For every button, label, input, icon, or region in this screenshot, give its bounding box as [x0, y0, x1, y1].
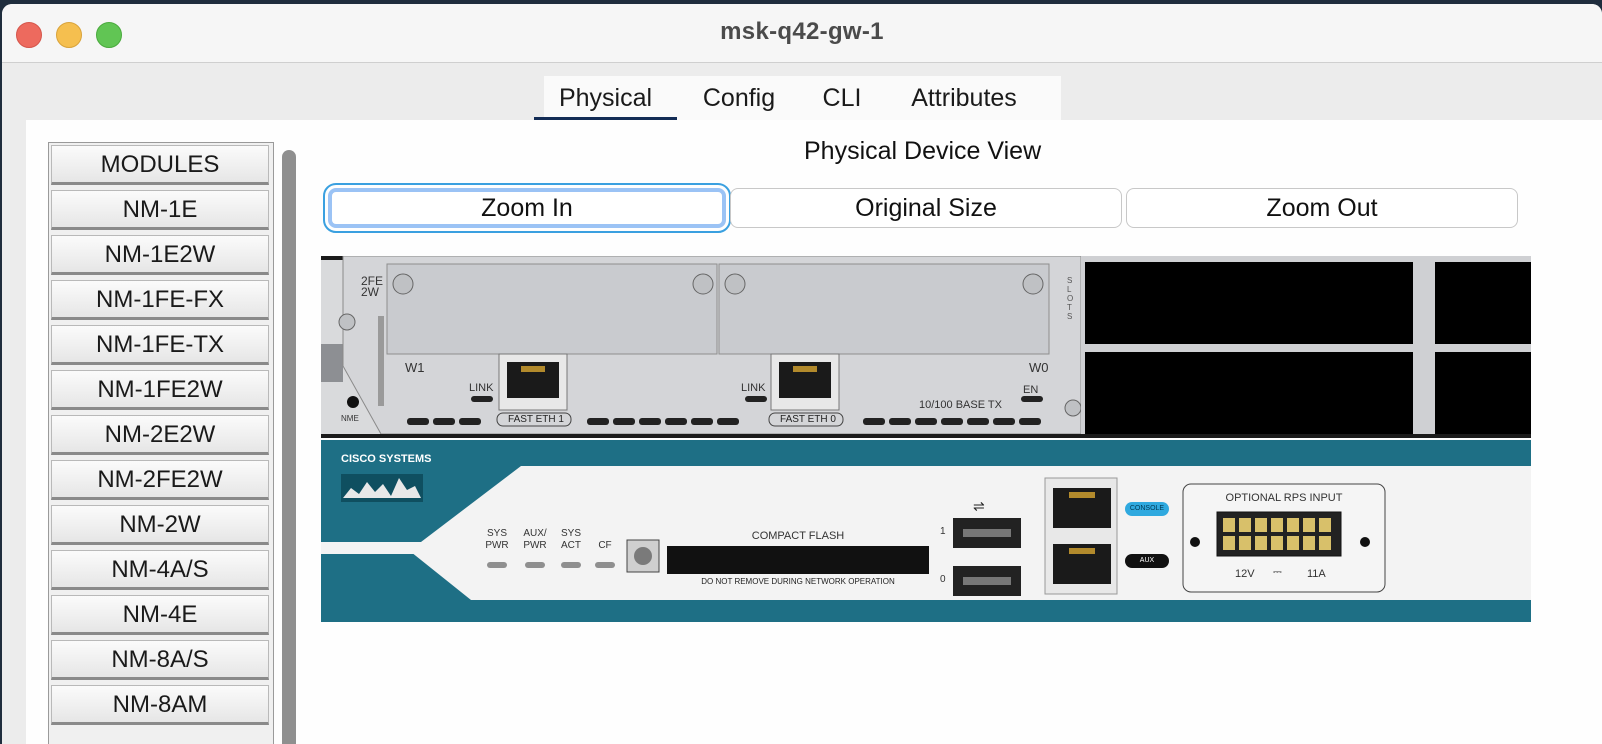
original-size-button[interactable]: Original Size: [730, 188, 1122, 228]
module-item-nm-1fe2w[interactable]: NM-1FE2W: [51, 370, 269, 410]
module-item-nm-1e2w[interactable]: NM-1E2W: [51, 235, 269, 275]
modules-scrollbar[interactable]: [282, 150, 296, 744]
physical-device-view-title: Physical Device View: [804, 137, 1042, 165]
dc-symbol-icon: ⎓: [1273, 566, 1282, 578]
module-item-nm-1fe-tx[interactable]: NM-1FE-TX: [51, 325, 269, 365]
aux-pwr-led-label: AUX/ PWR: [523, 528, 547, 551]
fast-eth-0-label: FAST ETH 0: [780, 414, 836, 425]
rps-input-label: OPTIONAL RPS INPUT: [1225, 492, 1343, 504]
tab-physical[interactable]: Physical: [534, 76, 677, 124]
link-led-1-label: LINK: [469, 382, 494, 394]
module-item-nm-8am[interactable]: NM-8AM: [51, 685, 269, 725]
compact-flash-label: COMPACT FLASH: [751, 530, 845, 542]
sys-pwr-led-label: SYS PWR: [485, 528, 509, 551]
title-bar: msk-q42-gw-1: [2, 4, 1602, 63]
module-item-nm-2fe2w[interactable]: NM-2FE2W: [51, 460, 269, 500]
compact-flash-slot[interactable]: [667, 546, 929, 574]
router-physical-view: 2FE 2W W1 W0 LINK LINK FAST ETH 1 FAST E…: [321, 256, 1531, 622]
module-item-nm-4e[interactable]: NM-4E: [51, 595, 269, 635]
fast-eth-1-port[interactable]: [498, 353, 568, 411]
module-item-nm-2w[interactable]: NM-2W: [51, 505, 269, 545]
tab-config[interactable]: Config: [684, 76, 794, 124]
aux-label: AUX: [1139, 557, 1155, 564]
rps-voltage-label: 12V: [1235, 568, 1255, 580]
slot-w1-label: W1: [405, 360, 425, 375]
zoom-out-button[interactable]: Zoom Out: [1126, 188, 1518, 228]
tab-attributes[interactable]: Attributes: [899, 76, 1029, 124]
usb-0-label: 0: [940, 574, 946, 585]
nme-label: NME: [341, 414, 359, 423]
module-item-nm-2e2w[interactable]: NM-2E2W: [51, 415, 269, 455]
link-led-0-label: LINK: [741, 382, 766, 394]
module-item-nm-8as[interactable]: NM-8A/S: [51, 640, 269, 680]
fast-eth-1-label: FAST ETH 1: [508, 414, 564, 425]
module-item-nm-1e[interactable]: NM-1E: [51, 190, 269, 230]
cf-led-label: CF: [598, 540, 612, 551]
zoom-in-button[interactable]: Zoom In: [323, 183, 731, 233]
module-item-nm-1fe-fx[interactable]: NM-1FE-FX: [51, 280, 269, 320]
modules-list[interactable]: MODULES NM-1E NM-1E2W NM-1FE-FX NM-1FE-T…: [48, 142, 274, 744]
en-label: EN: [1023, 384, 1039, 396]
cf-warning-label: DO NOT REMOVE DURING NETWORK OPERATION: [701, 577, 895, 586]
module-type-label: 2FE 2W: [361, 274, 384, 299]
device-window: msk-q42-gw-1 Physical Config CLI Attribu…: [2, 4, 1602, 744]
slot-w0-label: W0: [1029, 360, 1049, 375]
fast-eth-0-port[interactable]: [770, 353, 840, 411]
router-chassis-graphic: [321, 256, 1531, 622]
usb-1-label: 1: [940, 526, 946, 537]
slots-label: SLOTS: [1067, 276, 1074, 321]
module-item-nm-4as[interactable]: NM-4A/S: [51, 550, 269, 590]
usb-icon: ⇌: [973, 498, 985, 514]
physical-tab-content: MODULES NM-1E NM-1E2W NM-1FE-FX NM-1FE-T…: [26, 120, 1602, 744]
sys-act-led-label: SYS ACT: [560, 528, 581, 551]
tab-cli[interactable]: CLI: [806, 76, 878, 124]
console-label: CONSOLE: [1129, 505, 1165, 512]
window-title: msk-q42-gw-1: [720, 18, 884, 45]
brand-label: CISCO SYSTEMS: [341, 453, 432, 465]
tab-bar: Physical Config CLI Attributes: [534, 76, 1061, 124]
rps-current-label: 11A: [1307, 568, 1326, 580]
base-tx-label: 10/100 BASE TX: [919, 399, 1002, 411]
modules-header: MODULES: [51, 145, 269, 185]
